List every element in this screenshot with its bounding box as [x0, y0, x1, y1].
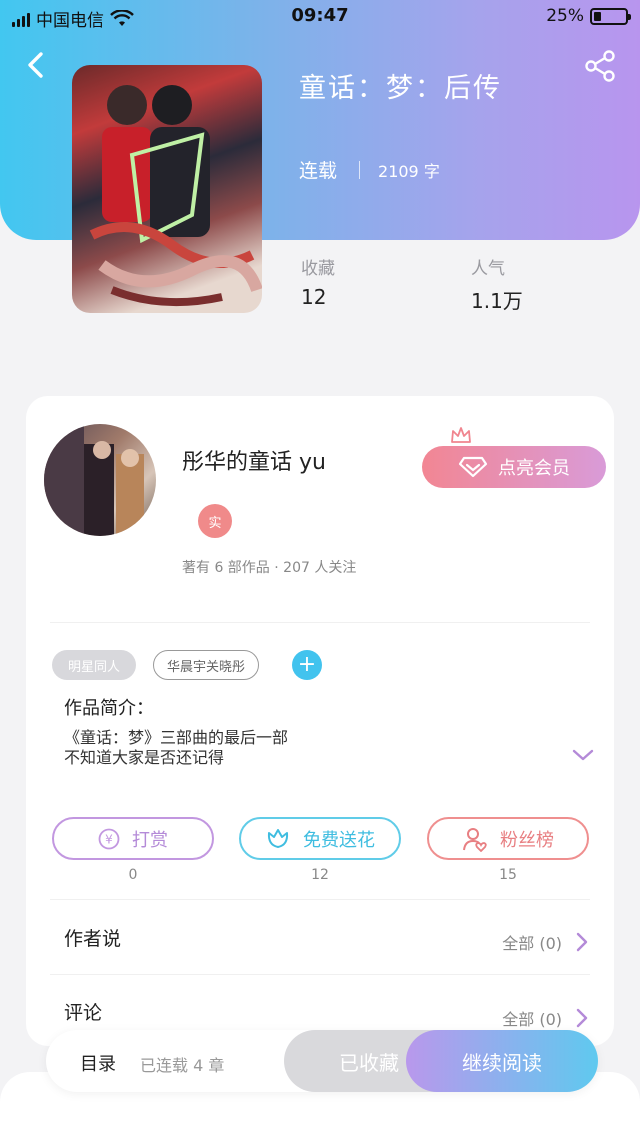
word-count: 2109 字	[378, 161, 440, 181]
comments-title: 评论	[64, 1002, 103, 1024]
author-name[interactable]: 彤华的童话 yu	[182, 444, 326, 476]
cover-art	[89, 85, 262, 307]
divider	[50, 974, 590, 975]
fans-icon	[463, 827, 487, 852]
tag-genre[interactable]: 明星同人	[52, 650, 136, 680]
intro-heading: 作品简介：	[64, 698, 154, 719]
chapter-count: 已连载 4 章	[140, 1056, 225, 1075]
bottom-action-bar: 目录 已连载 4 章 已收藏 继续阅读	[46, 1030, 598, 1092]
battery-percent: 25%	[546, 6, 584, 26]
toc-button[interactable]: 目录	[80, 1050, 116, 1076]
diamond-icon	[458, 456, 488, 478]
plus-icon[interactable]: +	[292, 650, 322, 680]
verified-badge: 实	[198, 504, 232, 538]
avatar[interactable]	[44, 424, 156, 536]
tag-characters[interactable]: 华晨宇关晓彤	[153, 650, 259, 680]
comments-link[interactable]: 全部 (0)	[502, 1006, 588, 1030]
status-bar: 中国电信 09:47 25%	[0, 0, 640, 34]
author-says-link[interactable]: 全部 (0)	[502, 930, 588, 954]
share-icon[interactable]	[582, 48, 618, 84]
clock: 09:47	[291, 5, 349, 26]
divider	[50, 899, 590, 900]
battery-icon	[590, 7, 631, 25]
chevron-right-icon	[576, 1008, 588, 1028]
send-flower-button[interactable]: 免费送花	[239, 817, 401, 860]
svg-text:¥: ¥	[105, 832, 113, 846]
book-meta: 连载 2109 字	[299, 156, 440, 183]
divider	[359, 160, 361, 179]
flower-icon	[267, 828, 289, 848]
chevron-down-icon[interactable]	[572, 748, 594, 762]
author-says-title: 作者说	[64, 928, 122, 950]
book-title: 童话：梦：后传	[299, 73, 502, 104]
continue-reading-button[interactable]: 继续阅读	[406, 1030, 598, 1092]
detail-card: 彤华的童话 yu 实 著有 6 部作品 · 207 人关注 点亮会员 明星同人 …	[26, 396, 614, 1046]
book-cover[interactable]	[72, 65, 262, 313]
popularity-stat: 人气 1.1万	[471, 259, 523, 313]
favorites-stat: 收藏 12	[301, 259, 335, 309]
tip-count: 0	[128, 867, 138, 883]
author-stats: 著有 6 部作品 · 207 人关注	[182, 560, 357, 576]
chevron-right-icon	[576, 932, 588, 952]
intro-text: 《童话：梦》三部曲的最后一部 不知道大家是否还记得	[64, 728, 289, 767]
vip-button[interactable]: 点亮会员	[422, 446, 606, 488]
fans-count: 15	[499, 867, 517, 883]
fans-ranking-button[interactable]: 粉丝榜	[427, 817, 589, 860]
flower-count: 12	[311, 867, 329, 883]
crown-icon	[451, 427, 471, 443]
yen-icon: ¥	[98, 828, 120, 849]
divider	[50, 622, 590, 623]
serial-status: 连载	[299, 160, 338, 182]
tip-button[interactable]: ¥ 打赏	[52, 817, 214, 860]
back-icon[interactable]	[20, 48, 54, 82]
